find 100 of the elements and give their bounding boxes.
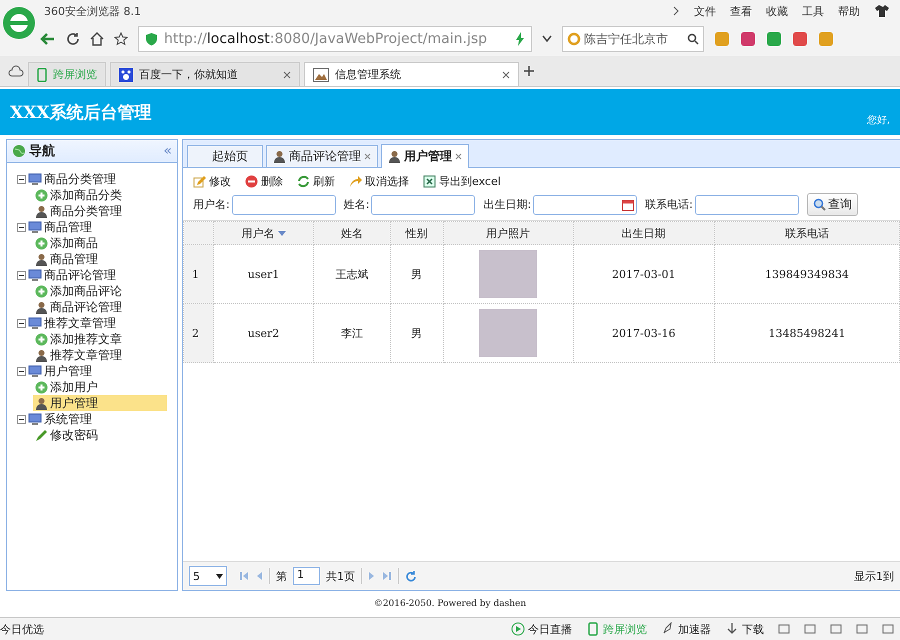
star-icon[interactable]	[114, 32, 128, 46]
reload-icon[interactable]	[66, 32, 80, 46]
tree-item[interactable]: 系统管理	[44, 410, 92, 428]
close-icon[interactable]	[455, 153, 462, 160]
menu-item[interactable]: 工具	[802, 4, 824, 18]
tree-item[interactable]: 添加商品分类	[33, 187, 167, 203]
menu-item[interactable]: 帮助	[838, 4, 860, 18]
input-field[interactable]	[232, 194, 336, 214]
phone-icon	[586, 622, 600, 636]
toolbar-button[interactable]: 导出到excel	[423, 174, 501, 189]
home-icon[interactable]	[90, 32, 104, 46]
sidebar-title: 导航	[29, 142, 56, 160]
table-cell: user2	[214, 304, 314, 362]
calendar-icon[interactable]	[622, 198, 634, 210]
tab[interactable]: 用户管理	[381, 144, 469, 168]
toolbar-button[interactable]: 删除	[245, 174, 283, 189]
tree-item[interactable]: 添加用户	[33, 379, 167, 395]
tree-item[interactable]: 推荐文章管理	[33, 347, 167, 363]
toolbar-button[interactable]: 取消选择	[349, 174, 409, 189]
phone-icon	[37, 68, 47, 82]
collapse-toggle-icon[interactable]	[17, 174, 26, 184]
tab[interactable]: 商品评论管理	[266, 145, 378, 167]
browser-tab[interactable]: 信息管理系统	[304, 62, 519, 86]
page-field[interactable]: 1	[293, 567, 320, 585]
photo-placeholder	[479, 250, 538, 298]
page-size-select[interactable]: 5	[189, 566, 227, 586]
close-icon[interactable]	[364, 153, 371, 160]
window-icon[interactable]	[830, 623, 842, 635]
menu-item[interactable]: 收藏	[766, 4, 788, 18]
tree-item[interactable]: 推荐文章管理	[44, 314, 116, 332]
search-button[interactable]: 查询	[806, 193, 858, 216]
tree-item[interactable]: 商品分类管理	[44, 170, 116, 188]
status-button[interactable]: 下载	[725, 622, 764, 636]
input-field[interactable]	[371, 194, 476, 214]
tab[interactable]: 起始页	[187, 145, 263, 167]
back-icon[interactable]	[40, 31, 56, 47]
menu-item[interactable]: 文件	[694, 4, 716, 18]
tree-item[interactable]: 商品评论管理	[33, 299, 167, 315]
plus-circle-icon	[35, 236, 48, 250]
collapse-toggle-icon[interactable]	[17, 318, 26, 328]
column-header[interactable]: 性别	[390, 222, 444, 244]
address-field[interactable]: http://localhost:8080/JavaWebProject/main.jsp	[138, 26, 532, 52]
plus-circle-icon	[35, 188, 48, 202]
refresh-icon[interactable]	[405, 570, 416, 582]
tree-item[interactable]: 添加商品评论	[33, 283, 167, 299]
tree-item[interactable]: 用户管理	[33, 395, 167, 411]
search-icon	[812, 198, 826, 211]
dropdown-icon[interactable]	[542, 35, 552, 43]
person-icon	[35, 204, 48, 218]
column-header[interactable]: 姓名	[314, 222, 390, 244]
window-title: 360安全浏览器 8.1	[44, 4, 141, 18]
collapse-toggle-icon[interactable]	[17, 414, 26, 424]
refresh-icon	[297, 175, 310, 188]
status-text[interactable]: 今日优选	[0, 622, 44, 636]
tree-item[interactable]: 用户管理	[44, 362, 92, 380]
table-cell: 王志斌	[314, 244, 390, 304]
person-icon	[35, 348, 48, 362]
input-field[interactable]	[533, 194, 638, 214]
column-header[interactable]: 用户照片	[443, 222, 574, 244]
collapse-toggle-icon[interactable]	[17, 222, 26, 232]
status-button[interactable]: 加速器	[661, 622, 711, 636]
toolbar-button[interactable]: 修改	[193, 174, 231, 189]
monitor-icon	[28, 268, 42, 282]
new-tab-icon[interactable]	[523, 65, 535, 77]
tree-item[interactable]: 添加推荐文章	[33, 331, 167, 347]
shirt-icon[interactable]	[874, 4, 890, 18]
monitor-icon	[28, 364, 42, 378]
column-header[interactable]: 用户名	[214, 222, 314, 244]
column-header[interactable]: 联系电话	[714, 222, 900, 244]
close-icon[interactable]	[502, 70, 510, 78]
status-button[interactable]: 今日直播	[511, 622, 572, 636]
tree-item[interactable]: 商品分类管理	[33, 203, 167, 219]
monitor-icon	[28, 172, 42, 186]
tree-item[interactable]: 修改密码	[33, 427, 167, 443]
collapse-toggle-icon[interactable]	[17, 270, 26, 280]
close-icon[interactable]	[283, 70, 291, 78]
chevron-icon[interactable]	[672, 6, 680, 16]
menu-item[interactable]: 查看	[730, 4, 752, 18]
monitor-icon	[28, 412, 42, 426]
input-field[interactable]	[694, 194, 799, 214]
tree-item[interactable]: 商品管理	[44, 218, 92, 236]
search-field[interactable]: 陈吉宁任北京市	[562, 26, 704, 52]
paw-icon	[119, 68, 133, 82]
cloud-icon[interactable]	[8, 65, 24, 77]
minus-circle-icon	[245, 175, 258, 188]
tree-item[interactable]: 添加商品	[33, 235, 167, 251]
collapse-toggle-icon[interactable]	[17, 366, 26, 376]
field-label: 姓名:	[344, 197, 370, 212]
search-engine-icon	[567, 32, 581, 46]
play-icon	[511, 622, 525, 636]
toolbar-button[interactable]: 刷新	[297, 174, 335, 189]
browser-tab[interactable]: 百度一下，你就知道	[110, 62, 300, 86]
tree-item[interactable]: 商品管理	[33, 251, 167, 267]
column-header[interactable]: 出生日期	[573, 222, 714, 244]
pencil-icon	[193, 175, 206, 188]
person-icon	[35, 252, 48, 266]
person-icon	[35, 396, 48, 410]
page-count: 共1页	[326, 568, 355, 584]
table-cell: 139849349834	[714, 244, 900, 304]
tree-item[interactable]: 商品评论管理	[44, 266, 116, 284]
